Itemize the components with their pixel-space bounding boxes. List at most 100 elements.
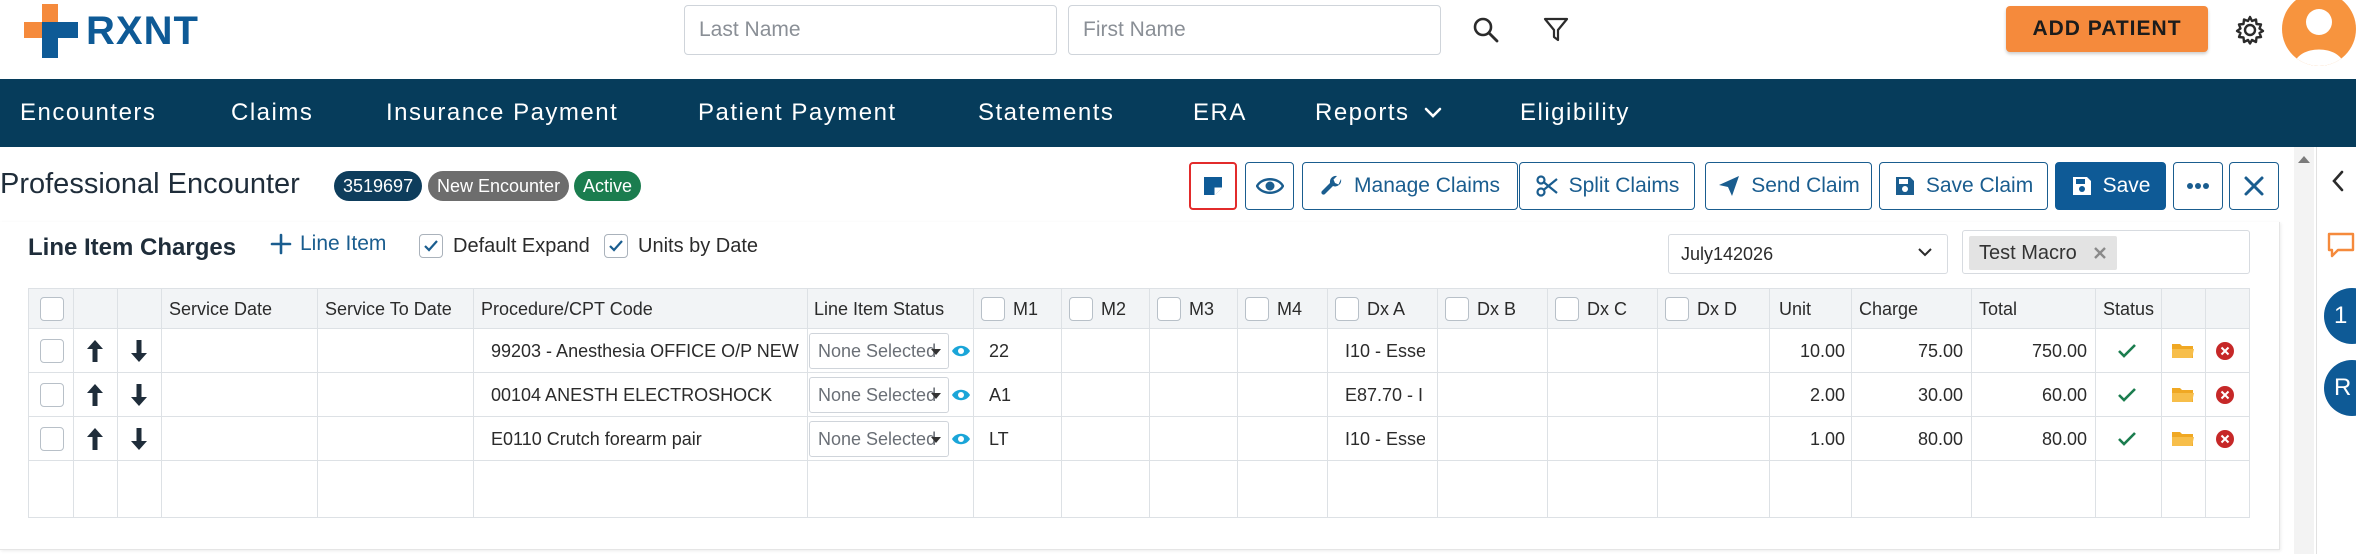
m1-cell[interactable]: 22 (989, 329, 1009, 373)
line-item-status-select[interactable]: None Selected (809, 421, 949, 457)
row-delete-button[interactable] (2215, 373, 2235, 417)
page-title: Professional Encounter (0, 168, 300, 200)
move-up-button[interactable] (85, 373, 105, 417)
preview-button[interactable] (1245, 162, 1294, 210)
col-dx-d[interactable]: Dx D (1665, 289, 1737, 329)
dx-a-cell[interactable]: I10 - Esse (1345, 417, 1425, 461)
nav-insurance-payment[interactable]: Insurance Payment (386, 79, 618, 147)
units-by-date-checkbox[interactable] (604, 234, 628, 258)
first-name-input[interactable] (1068, 5, 1441, 55)
macro-input[interactable]: Test Macro (1962, 230, 2250, 274)
units-by-date-option[interactable]: Units by Date (604, 234, 758, 258)
row-checkbox[interactable] (40, 427, 64, 451)
row-checkbox[interactable] (40, 383, 64, 407)
m1-cell[interactable]: A1 (989, 373, 1011, 417)
col-dx-c[interactable]: Dx C (1555, 289, 1627, 329)
col-charge[interactable]: Charge (1859, 289, 1918, 329)
unit-cell[interactable]: 1.00 (1769, 417, 1845, 461)
m1-checkbox[interactable] (981, 297, 1005, 321)
rxnt-logo[interactable]: RXNT (24, 4, 199, 58)
status-preview-button[interactable] (951, 373, 971, 417)
chevron-left-icon[interactable] (2330, 170, 2346, 192)
col-service-date[interactable]: Service Date (169, 289, 272, 329)
row-folder-button[interactable] (2171, 373, 2195, 417)
col-procedure[interactable]: Procedure/CPT Code (481, 289, 653, 329)
col-m2[interactable]: M2 (1069, 289, 1126, 329)
dx-a-checkbox[interactable] (1335, 297, 1359, 321)
close-button[interactable] (2229, 162, 2279, 210)
row-folder-button[interactable] (2171, 417, 2195, 461)
add-line-item-button[interactable]: Line Item (270, 232, 386, 256)
save-claim-button[interactable]: Save Claim (1879, 162, 2048, 210)
select-all-box[interactable] (40, 297, 64, 321)
m3-checkbox[interactable] (1157, 297, 1181, 321)
filter-button[interactable] (1536, 10, 1576, 50)
default-expand-option[interactable]: Default Expand (419, 234, 590, 258)
nav-encounters[interactable]: Encounters (20, 79, 156, 147)
move-up-button[interactable] (85, 329, 105, 373)
notes-button[interactable] (1189, 162, 1237, 210)
user-avatar[interactable] (2282, 0, 2356, 66)
charge-cell[interactable]: 75.00 (1851, 329, 1963, 373)
split-claims-button[interactable]: Split Claims (1519, 162, 1695, 210)
unit-cell[interactable]: 2.00 (1769, 373, 1845, 417)
vertical-scrollbar[interactable] (2294, 147, 2314, 554)
line-item-status-select[interactable]: None Selected (809, 333, 949, 369)
nav-patient-payment[interactable]: Patient Payment (698, 79, 897, 147)
col-unit[interactable]: Unit (1779, 289, 1811, 329)
nav-eligibility[interactable]: Eligibility (1520, 79, 1630, 147)
dx-c-checkbox[interactable] (1555, 297, 1579, 321)
col-service-to-date[interactable]: Service To Date (325, 289, 452, 329)
col-m1[interactable]: M1 (981, 289, 1038, 329)
status-preview-button[interactable] (951, 329, 971, 373)
procedure-cell[interactable]: 00104 ANESTH ELECTROSHOCK (491, 373, 801, 417)
procedure-cell[interactable]: 99203 - Anesthesia OFFICE O/P NEW (491, 329, 801, 373)
default-expand-checkbox[interactable] (419, 234, 443, 258)
manage-claims-button[interactable]: Manage Claims (1302, 162, 1518, 210)
dx-d-checkbox[interactable] (1665, 297, 1689, 321)
col-m4[interactable]: M4 (1245, 289, 1302, 329)
row-checkbox[interactable] (40, 339, 64, 363)
nav-era[interactable]: ERA (1193, 79, 1247, 147)
m1-cell[interactable]: LT (989, 417, 1009, 461)
line-item-status-select[interactable]: None Selected (809, 377, 949, 413)
m2-checkbox[interactable] (1069, 297, 1093, 321)
col-m3[interactable]: M3 (1157, 289, 1214, 329)
add-patient-button[interactable]: ADD PATIENT (2006, 6, 2208, 52)
delete-icon (2216, 430, 2234, 448)
remove-tag-icon[interactable] (2093, 246, 2107, 260)
move-down-button[interactable] (129, 417, 149, 461)
nav-reports[interactable]: Reports (1315, 79, 1442, 147)
procedure-cell[interactable]: E0110 Crutch forearm pair (491, 417, 801, 461)
m4-checkbox[interactable] (1245, 297, 1269, 321)
select-all-checkbox[interactable] (40, 289, 64, 329)
nav-claims[interactable]: Claims (231, 79, 313, 147)
settings-button[interactable] (2230, 10, 2270, 50)
move-down-button[interactable] (129, 329, 149, 373)
charge-cell[interactable]: 30.00 (1851, 373, 1963, 417)
date-select[interactable]: July142026 (1668, 234, 1948, 274)
nav-statements[interactable]: Statements (978, 79, 1114, 147)
dx-a-cell[interactable]: I10 - Esse (1345, 329, 1425, 373)
dx-b-checkbox[interactable] (1445, 297, 1469, 321)
search-button[interactable] (1466, 10, 1506, 50)
charge-cell[interactable]: 80.00 (1851, 417, 1963, 461)
col-dx-b[interactable]: Dx B (1445, 289, 1516, 329)
col-dx-a[interactable]: Dx A (1335, 289, 1405, 329)
col-total[interactable]: Total (1979, 289, 2017, 329)
row-delete-button[interactable] (2215, 329, 2235, 373)
send-claim-button[interactable]: Send Claim (1705, 162, 1872, 210)
move-down-button[interactable] (129, 373, 149, 417)
chat-icon[interactable] (2326, 230, 2356, 260)
unit-cell[interactable]: 10.00 (1769, 329, 1845, 373)
row-delete-button[interactable] (2215, 417, 2235, 461)
col-status[interactable]: Status (2103, 289, 2154, 329)
save-button[interactable]: Save (2055, 162, 2166, 210)
col-line-item-status[interactable]: Line Item Status (814, 289, 944, 329)
more-options-button[interactable] (2173, 162, 2223, 210)
last-name-input[interactable] (684, 5, 1057, 55)
status-preview-button[interactable] (951, 417, 971, 461)
row-folder-button[interactable] (2171, 329, 2195, 373)
dx-a-cell[interactable]: E87.70 - I (1345, 373, 1425, 417)
move-up-button[interactable] (85, 417, 105, 461)
